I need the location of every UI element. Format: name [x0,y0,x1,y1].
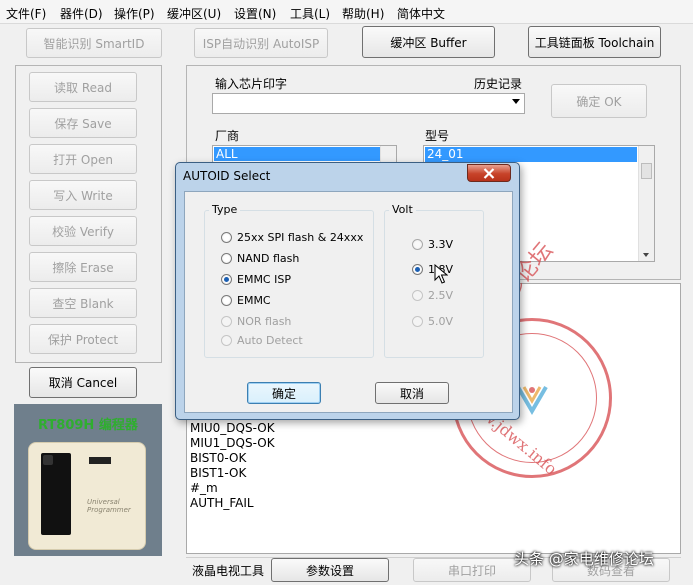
autoid-dialog: AUTOID Select Type Volt 25xx SPI flash &… [175,162,520,420]
menu-buffer[interactable]: 缓冲区(U) [167,5,221,22]
radio-button-disabled [412,316,423,327]
device-label: Universal Programmer [87,498,131,514]
watermark-caption: 头条 @家电维修论坛 [514,550,654,568]
menu-language[interactable]: 简体中文 [397,5,445,22]
chip-input-combo[interactable] [212,93,525,114]
type-option-emmc-isp[interactable]: EMMC ISP [221,273,291,286]
volt-group-title: Volt [389,203,416,216]
confirm-ok-button[interactable]: 确定 OK [551,84,647,118]
radio-button-checked[interactable] [412,264,423,275]
volt-option-5v0: 5.0V [412,315,453,328]
log-line: MIU1_DQS-OK [190,436,275,450]
scroll-down-icon[interactable] [643,253,649,257]
save-button[interactable]: 保存 Save [29,108,137,138]
model-label: 型号 [425,129,450,143]
menu-operation[interactable]: 操作(P) [114,5,155,22]
protect-button[interactable]: 保护 Protect [29,324,137,354]
dialog-ok-button[interactable]: 确定 [247,382,321,404]
chevron-down-icon[interactable] [512,99,520,104]
radio-button-disabled [221,335,232,346]
model-scrollbar[interactable] [638,146,654,261]
history-label: 历史记录 [474,77,523,91]
status-led [89,457,111,464]
dialog-close-button[interactable] [467,164,511,182]
menu-help[interactable]: 帮助(H) [342,5,384,22]
radio-button-disabled [412,290,423,301]
lcd-tools-label: 液晶电视工具 [192,564,265,578]
params-button[interactable]: 参数设置 [271,558,389,582]
type-group-title: Type [209,203,241,216]
log-line: BIST0-OK [190,451,247,465]
radio-button-disabled [221,316,232,327]
close-icon [483,167,495,179]
forum-logo-icon [515,381,549,415]
log-line: AUTH_FAIL [190,496,254,510]
radio-button[interactable] [221,253,232,264]
menu-device[interactable]: 器件(D) [60,5,103,22]
scroll-thumb[interactable] [641,163,652,179]
read-button[interactable]: 读取 Read [29,72,137,102]
open-button[interactable]: 打开 Open [29,144,137,174]
volt-option-3v3[interactable]: 3.3V [412,238,453,251]
vendor-list[interactable]: ALL [212,145,397,163]
radio-button-checked[interactable] [221,274,232,285]
log-line: BIST1-OK [190,466,247,480]
blank-check-button[interactable]: 查空 Blank [29,288,137,318]
vendor-scrollbar[interactable] [380,146,396,162]
vendor-selected-item[interactable]: ALL [214,147,381,161]
radio-button[interactable] [221,295,232,306]
erase-button[interactable]: 擦除 Erase [29,252,137,282]
mouse-cursor-icon [434,263,449,284]
dialog-title: AUTOID Select [183,169,271,183]
product-image: RT809H 编程器 Universal Programmer [14,404,162,556]
type-option-nor: NOR flash [221,315,291,328]
toolchain-button[interactable]: 工具链面板 Toolchain [528,26,661,58]
radio-button[interactable] [412,239,423,250]
dialog-body: Type Volt 25xx SPI flash & 24xxx NAND fl… [184,191,513,413]
type-option-auto-detect: Auto Detect [221,334,303,347]
vendor-label: 厂商 [215,129,240,143]
buffer-button[interactable]: 缓冲区 Buffer [362,26,495,58]
auto-isp-button[interactable]: ISP自动识别 AutoISP [194,28,328,58]
chip-input-label: 输入芯片印字 [215,77,288,91]
type-option-nand[interactable]: NAND flash [221,252,299,265]
write-button[interactable]: 写入 Write [29,180,137,210]
menu-settings[interactable]: 设置(N) [234,5,276,22]
radio-button[interactable] [221,232,232,243]
menu-tools[interactable]: 工具(L) [290,5,330,22]
type-option-spi[interactable]: 25xx SPI flash & 24xxx [221,231,363,244]
log-line: #_m [190,481,218,495]
programmer-device: Universal Programmer [28,442,146,550]
zif-socket [41,453,71,535]
cancel-button[interactable]: 取消 Cancel [29,367,137,398]
product-name: RT809H 编程器 [38,418,138,433]
smart-id-button[interactable]: 智能识别 SmartID [26,28,162,58]
menu-bar: 文件(F) 器件(D) 操作(P) 缓冲区(U) 设置(N) 工具(L) 帮助(… [0,0,693,24]
type-option-emmc[interactable]: EMMC [221,294,271,307]
verify-button[interactable]: 校验 Verify [29,216,137,246]
socket-lever [43,455,53,465]
model-selected-item[interactable]: 24_01 [425,147,637,162]
menu-file[interactable]: 文件(F) [6,5,46,22]
log-line: MIU0_DQS-OK [190,421,275,435]
volt-option-2v5: 2.5V [412,289,453,302]
dialog-cancel-button[interactable]: 取消 [375,382,449,404]
